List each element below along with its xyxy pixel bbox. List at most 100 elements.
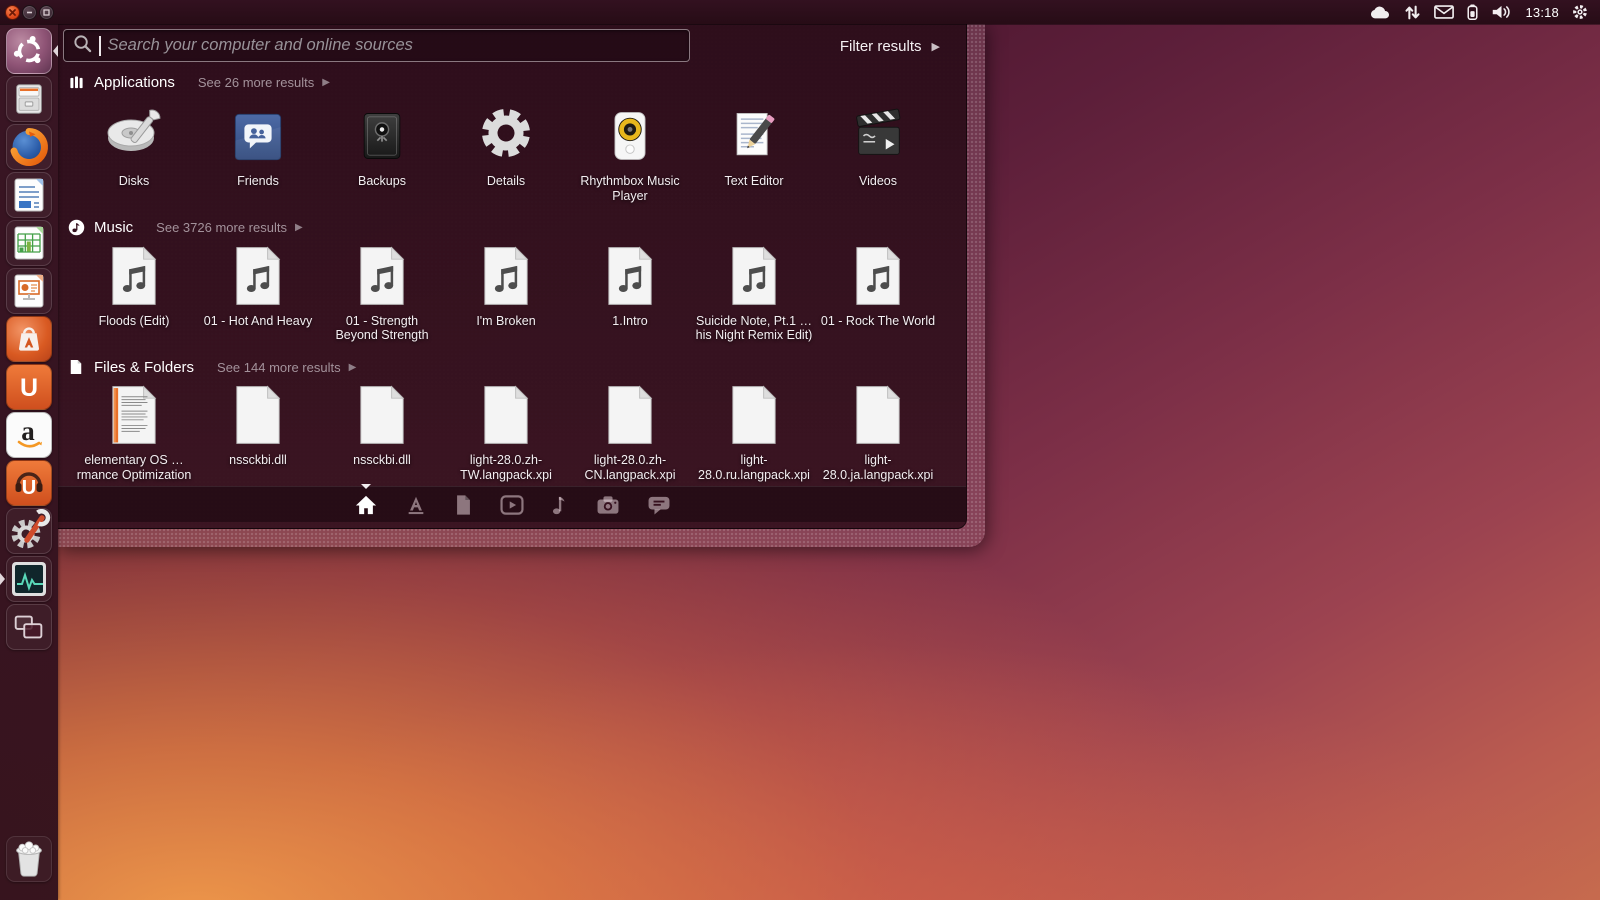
minimize-icon[interactable] [22,4,37,20]
files-manager-icon[interactable] [6,76,52,122]
search-bar[interactable] [63,29,690,62]
section-header: Files & Folders See 144 more results ▶ [58,355,967,379]
result-tile[interactable]: light-28.0.zh-CN.langpack.xpi [568,385,692,483]
launcher-item-files-manager[interactable] [0,76,58,122]
workspace-switcher-icon[interactable] [6,604,52,650]
see-more-link[interactable]: See 144 more results ▶ [217,360,356,375]
result-label: Floods (Edit) [98,313,170,328]
result-label: Backups [358,174,406,188]
text-caret [99,35,101,56]
result-tile[interactable]: nssckbi.dll [320,385,444,483]
result-tile[interactable]: elementary OS …rmance Optimization [72,385,196,483]
search-input[interactable] [107,36,680,55]
system-monitor-icon[interactable] [6,556,52,602]
result-tile[interactable]: Details [444,102,568,204]
see-more-link[interactable]: See 26 more results ▶ [198,75,330,90]
chevron-right-icon: ▶ [294,222,303,233]
result-tile[interactable]: 01 - Rock The World [816,245,940,344]
files-lens-icon[interactable] [454,494,473,516]
firefox-icon[interactable] [6,124,52,170]
launcher-item-ubuntu-one[interactable]: U [0,364,58,410]
result-tile[interactable]: Videos [816,102,940,204]
result-tile[interactable]: Text Editor [692,102,816,204]
ubuntu-dash-icon[interactable] [6,28,52,74]
libreoffice-writer-icon[interactable] [6,172,52,218]
launcher-item-amazon[interactable]: a [0,412,58,458]
lens-bar [58,483,966,522]
amazon-icon[interactable]: a [6,412,52,458]
see-more-link[interactable]: See 3726 more results ▶ [156,220,303,235]
cloud-sync-icon[interactable] [1369,5,1391,20]
launcher-item-libreoffice-calc[interactable] [0,220,58,266]
software-center-icon[interactable] [6,316,52,362]
filter-results-button[interactable]: Filter results ▶ [840,38,940,55]
result-tile[interactable]: I'm Broken [444,245,568,344]
launcher-item-workspace-switcher[interactable] [0,604,58,650]
system-settings-icon[interactable] [6,508,52,554]
launcher-item-libreoffice-writer[interactable] [0,172,58,218]
videos-lens-icon[interactable] [499,494,524,515]
photos-lens-icon[interactable] [596,495,620,515]
chevron-right-icon: ▶ [931,41,940,53]
launcher-item-libreoffice-impress[interactable] [0,268,58,314]
result-tile[interactable]: Suicide Note, Pt.1 …his Night Remix Edit… [692,245,816,344]
result-label: light-28.0.zh-CN.langpack.xpi [584,453,676,482]
results-grid: Floods (Edit) 01 - Hot And Heavy 01 - Stre… [72,245,967,356]
result-tile[interactable]: Disks [72,102,196,204]
maximize-icon[interactable] [39,4,54,20]
libreoffice-calc-icon[interactable] [6,220,52,266]
dash-sections: Applications See 26 more results ▶ Disks Fri… [58,70,967,495]
ubuntu-one-music-icon[interactable]: U [6,460,52,506]
result-tile[interactable]: Floods (Edit) [72,245,196,344]
result-tile[interactable]: light-28.0.zh-TW.langpack.xpi [444,385,568,483]
launcher-item-ubuntu-one-music[interactable]: U [0,460,58,506]
plain-document-icon [481,385,531,445]
applications-lens-icon[interactable] [405,494,427,516]
launcher-item-system-monitor[interactable] [0,556,58,602]
result-tile[interactable]: nssckbi.dll [196,385,320,483]
result-tile[interactable]: Friends [196,102,320,204]
session-gear-icon[interactable] [1572,4,1588,20]
result-tile[interactable]: 01 - Hot And Heavy [196,245,320,344]
backups-icon [352,102,412,166]
social-lens-icon[interactable] [647,495,671,515]
result-tile[interactable]: light-28.0.ja.langpack.xpi [816,385,940,483]
result-label: Friends [237,174,279,188]
launcher-item-firefox[interactable] [0,124,58,170]
friends-icon [229,102,287,166]
plain-document-icon [357,385,407,445]
home-lens-icon[interactable] [354,483,378,516]
section-header: Applications See 26 more results ▶ [58,70,967,94]
videos-icon [847,102,909,166]
plain-document-icon [853,385,903,445]
result-tile[interactable]: light-28.0.ru.langpack.xpi [692,385,816,483]
close-icon[interactable] [5,4,20,20]
result-tile[interactable]: 1.Intro [568,245,692,344]
network-arrows-icon[interactable] [1404,5,1421,20]
libreoffice-impress-icon[interactable] [6,268,52,314]
music-file-icon [605,245,655,306]
result-tile[interactable]: 01 - Strength Beyond Strength [320,245,444,344]
music-file-icon [357,245,407,306]
launcher-item-software-center[interactable] [0,316,58,362]
launcher-item-trash[interactable] [0,836,58,882]
launcher-item-ubuntu-dash[interactable] [0,28,58,74]
result-tile[interactable]: Backups [320,102,444,204]
result-label: light-28.0.ru.langpack.xpi [698,453,810,482]
result-tile[interactable]: Rhythmbox Music Player [568,102,692,204]
plain-document-icon [605,385,655,445]
result-label: 01 - Hot And Heavy [203,313,313,328]
text-editor-icon [724,102,784,166]
music-file-icon [729,245,779,306]
battery-icon[interactable] [1467,4,1478,20]
music-lens-icon[interactable] [551,494,569,516]
volume-icon[interactable] [1491,4,1512,20]
section-title: Files & Folders [94,358,195,376]
details-icon [474,102,538,166]
system-tray: 13:18 [1369,4,1600,20]
launcher-item-system-settings[interactable] [0,508,58,554]
ubuntu-one-icon[interactable]: U [6,364,52,410]
mail-icon[interactable] [1434,5,1455,19]
clock[interactable]: 13:18 [1525,5,1559,20]
trash-icon[interactable] [6,836,52,882]
